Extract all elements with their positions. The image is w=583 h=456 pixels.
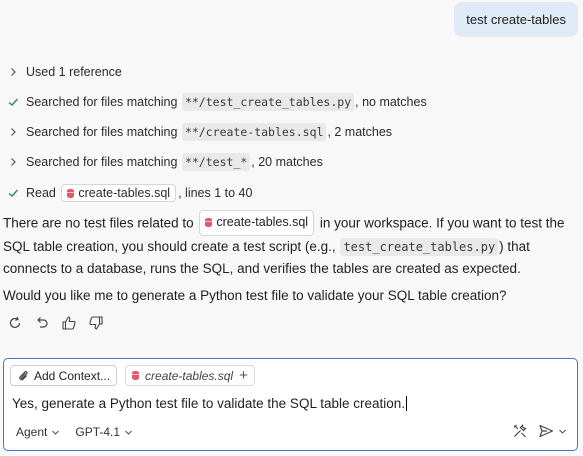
tools-button[interactable] — [512, 423, 528, 439]
tools-icon — [513, 424, 527, 438]
composer-toolbar: Agent GPT-4.1 — [16, 425, 133, 439]
step-search-sql[interactable]: Searched for files matching **/create-ta… — [0, 121, 392, 143]
thumbs-down-button[interactable] — [86, 313, 106, 333]
step-label: Searched for files matching — [26, 155, 178, 169]
model-label: GPT-4.1 — [75, 425, 121, 439]
database-icon — [132, 371, 140, 380]
step-label: Used 1 reference — [26, 65, 122, 79]
paperclip-icon — [19, 371, 28, 381]
step-label: Searched for files matching — [26, 125, 178, 139]
message-input-text: Yes, generate a Python test file to vali… — [12, 396, 406, 411]
chat-composer[interactable]: Add Context... create-tables.sql + Yes, … — [3, 358, 578, 451]
chevron-down-icon — [125, 430, 132, 435]
user-message-bubble: test create-tables — [454, 2, 578, 37]
step-result: , lines 1 to 40 — [178, 186, 253, 200]
step-read-file: Read create-tables.sql , lines 1 to 40 — [0, 182, 252, 204]
plus-icon[interactable]: + — [239, 368, 248, 383]
model-dropdown[interactable]: GPT-4.1 — [75, 425, 133, 439]
step-result: , no matches — [355, 95, 427, 109]
database-icon — [67, 188, 75, 198]
chevron-right-icon — [0, 67, 26, 77]
step-label: Searched for files matching — [26, 95, 178, 109]
send-button[interactable] — [538, 423, 567, 439]
add-context-button[interactable]: Add Context... — [10, 365, 118, 386]
chevron-down-icon — [559, 429, 566, 434]
chevron-down-icon — [52, 430, 60, 435]
chevron-right-icon — [0, 127, 26, 137]
search-pattern: **/test_create_tables.py — [181, 93, 355, 111]
undo-button[interactable] — [32, 313, 52, 333]
check-icon — [0, 96, 26, 108]
assistant-question: Would you like me to generate a Python t… — [3, 288, 507, 303]
add-context-label: Add Context... — [34, 368, 111, 383]
thumbs-down-icon — [89, 316, 103, 330]
step-used-reference[interactable]: Used 1 reference — [0, 61, 122, 83]
assistant-answer: There are no test files related to creat… — [3, 210, 578, 280]
answer-text-1: There are no test files related to — [3, 215, 194, 231]
database-icon — [205, 218, 213, 228]
message-input[interactable]: Yes, generate a Python test file to vali… — [12, 396, 567, 411]
search-pattern: **/test_* — [181, 153, 251, 171]
thumbs-up-icon — [62, 316, 76, 330]
inline-code: test_create_tables.py — [340, 237, 499, 256]
file-reference-chip[interactable]: create-tables.sql — [199, 210, 315, 236]
chevron-right-icon — [0, 157, 26, 167]
text-caret — [406, 396, 408, 411]
composer-actions — [512, 423, 567, 439]
step-search-test-star[interactable]: Searched for files matching **/test_*, 2… — [0, 151, 323, 173]
context-file-name: create-tables.sql — [145, 368, 234, 383]
message-actions — [5, 313, 106, 333]
mode-dropdown[interactable]: Agent — [16, 425, 60, 439]
search-pattern: **/create-tables.sql — [181, 123, 327, 141]
send-icon — [539, 424, 554, 438]
mode-label: Agent — [16, 425, 48, 439]
context-file-chip[interactable]: create-tables.sql + — [125, 365, 255, 386]
file-name: create-tables.sql — [216, 215, 309, 229]
step-label: Read — [26, 186, 56, 200]
step-result: , 20 matches — [251, 155, 323, 169]
undo-icon — [37, 317, 48, 328]
file-reference-chip[interactable]: create-tables.sql — [61, 184, 177, 202]
context-row: Add Context... create-tables.sql + — [10, 365, 255, 386]
thumbs-up-button[interactable] — [59, 313, 79, 333]
check-icon — [0, 187, 26, 199]
file-name: create-tables.sql — [78, 186, 171, 200]
step-result: , 2 matches — [327, 125, 393, 139]
step-search-test-py: Searched for files matching **/test_crea… — [0, 91, 427, 113]
refresh-icon — [9, 316, 21, 329]
retry-button[interactable] — [5, 313, 25, 333]
